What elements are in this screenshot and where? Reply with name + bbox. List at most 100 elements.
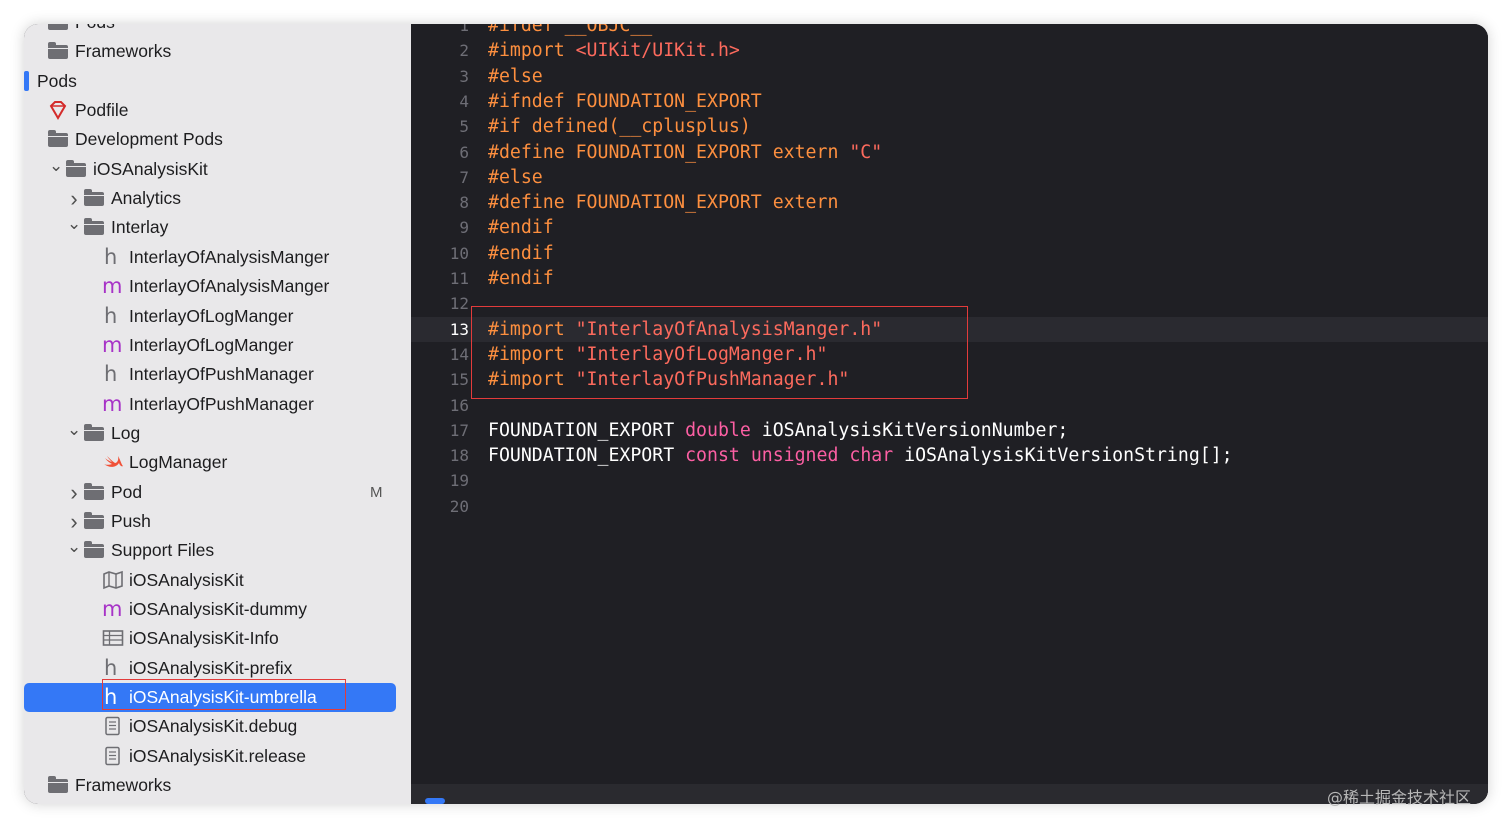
- navigator-item[interactable]: m InterlayOfLogManger: [24, 331, 411, 360]
- objc-file-icon: m: [102, 597, 123, 621]
- navigator-item[interactable]: iOSAnalysisKit.debug: [24, 712, 411, 741]
- line-number: 15: [449, 370, 469, 390]
- code-text: #define FOUNDATION_EXPORT extern: [488, 190, 838, 215]
- code-token: unsigned: [750, 445, 839, 467]
- code-line[interactable]: 10 #endif: [411, 241, 1488, 266]
- line-number: 14: [449, 344, 469, 364]
- code-token: const: [685, 445, 740, 467]
- line-number: 10: [449, 243, 469, 263]
- code-line[interactable]: 4 #ifndef FOUNDATION_EXPORT: [411, 89, 1488, 114]
- navigator-item[interactable]: Pods: [24, 67, 411, 96]
- code-line[interactable]: 8 #define FOUNDATION_EXPORT extern: [411, 190, 1488, 215]
- code-line[interactable]: 19: [411, 468, 1488, 493]
- navigator-item-label: iOSAnalysisKit: [93, 158, 208, 179]
- source-editor[interactable]: 1 #ifdef __OBJC__ 2 #import <UIKit/UIKit.h>…: [411, 24, 1488, 804]
- navigator-item[interactable]: Frameworks: [24, 37, 411, 66]
- line-number: 9: [459, 218, 469, 238]
- navigator-item-label: Interlay: [111, 217, 169, 238]
- navigator-item[interactable]: Podfile: [24, 96, 411, 125]
- chevron-down-icon[interactable]: ⌄: [67, 209, 81, 238]
- navigator-item[interactable]: Development Pods: [24, 125, 411, 154]
- code-text: #ifndef FOUNDATION_EXPORT: [488, 89, 762, 114]
- navigator-item-label: Podfile: [75, 100, 129, 121]
- code-line[interactable]: 20: [411, 494, 1488, 519]
- swift-icon: [102, 448, 124, 477]
- plist-icon: [102, 624, 124, 653]
- navigator-item[interactable]: m iOSAnalysisKit-dummy: [24, 595, 411, 624]
- navigator-item-label: InterlayOfAnalysisManger: [129, 276, 330, 297]
- line-number: 3: [459, 66, 469, 86]
- navigator-item[interactable]: Frameworks: [24, 771, 411, 800]
- navigator-item-label: iOSAnalysisKit.debug: [129, 716, 298, 737]
- code-token: #define FOUNDATION_EXPORT extern: [488, 192, 839, 214]
- code-token: #else: [488, 166, 543, 188]
- code-text: #ifdef __OBJC__: [488, 24, 652, 38]
- header-file-icon: h: [104, 303, 118, 328]
- code-token: iOSAnalysisKitVersionNumber;: [750, 419, 1069, 441]
- navigator-item[interactable]: › Pod M: [24, 478, 411, 507]
- code-line[interactable]: 18 FOUNDATION_EXPORT const unsigned char …: [411, 443, 1488, 468]
- line-number: 8: [459, 193, 469, 213]
- header-file-icon: h: [104, 362, 118, 387]
- line-number: 13: [449, 319, 469, 339]
- navigator-item-label: Push: [111, 510, 151, 531]
- navigator-item[interactable]: m InterlayOfAnalysisManger: [24, 272, 411, 301]
- navigator-item[interactable]: LogManager: [24, 448, 411, 477]
- code-line[interactable]: 7 #else: [411, 165, 1488, 190]
- line-number: 6: [459, 142, 469, 162]
- navigator-item-label: InterlayOfAnalysisManger: [129, 246, 330, 267]
- code-line[interactable]: 11 #endif: [411, 266, 1488, 291]
- header-file-icon: h: [104, 244, 118, 269]
- navigator-item[interactable]: m InterlayOfPushManager: [24, 390, 411, 419]
- code-token: double: [685, 419, 751, 441]
- line-number: 5: [459, 117, 469, 137]
- navigator-item[interactable]: iOSAnalysisKit.release: [24, 742, 411, 771]
- navigator-item[interactable]: ⌄ Support Files: [24, 536, 411, 565]
- navigator-item[interactable]: h InterlayOfPushManager: [24, 360, 411, 389]
- navigator-item[interactable]: h InterlayOfAnalysisManger: [24, 243, 411, 272]
- line-number: 11: [449, 269, 469, 288]
- code-token: <UIKit/UIKit.h>: [575, 40, 740, 62]
- navigator-item[interactable]: h InterlayOfLogManger: [24, 302, 411, 331]
- code-token: #endif: [488, 242, 554, 264]
- code-line[interactable]: 2 #import <UIKit/UIKit.h>: [411, 38, 1488, 63]
- navigator-item[interactable]: › Push: [24, 507, 411, 536]
- code-text: #endif: [488, 241, 554, 266]
- chevron-down-icon[interactable]: ⌄: [49, 151, 63, 180]
- chevron-right-icon[interactable]: ›: [67, 478, 81, 507]
- code-token: "C": [849, 141, 883, 163]
- code-line[interactable]: 3 #else: [411, 64, 1488, 89]
- navigator-item-label: InterlayOfLogManger: [129, 334, 294, 355]
- code-token: #ifndef FOUNDATION_EXPORT: [488, 90, 762, 112]
- navigator-item-label: Development Pods: [75, 129, 223, 150]
- chevron-down-icon[interactable]: ⌄: [67, 415, 81, 444]
- navigator-item-label: Frameworks: [75, 41, 172, 62]
- line-number: 17: [449, 420, 469, 440]
- navigator-item-label: iOSAnalysisKit.release: [129, 745, 307, 766]
- code-text: #define FOUNDATION_EXPORT extern "C": [488, 140, 882, 165]
- navigator-item[interactable]: Pods: [24, 24, 411, 37]
- navigator-item-label: InterlayOfLogManger: [129, 305, 294, 326]
- annotation-box-umbrella: [102, 679, 346, 710]
- code-token: FOUNDATION_EXPORT: [488, 445, 686, 467]
- code-line[interactable]: 17 FOUNDATION_EXPORT double iOSAnalysisKi…: [411, 418, 1488, 443]
- code-text: #else: [488, 165, 543, 190]
- xcode-window: Pods Frameworks Pods Podfile Development Pod…: [24, 24, 1488, 804]
- navigator-item[interactable]: ⌄ Interlay: [24, 213, 411, 242]
- code-line[interactable]: 5 #if defined(__cplusplus): [411, 114, 1488, 139]
- code-line[interactable]: 1 #ifdef __OBJC__: [411, 24, 1488, 38]
- code-line[interactable]: 9 #endif: [411, 215, 1488, 240]
- xcconfig-icon: [102, 712, 122, 741]
- navigator-item[interactable]: iOSAnalysisKit: [24, 566, 411, 595]
- code-line[interactable]: 6 #define FOUNDATION_EXPORT extern "C": [411, 140, 1488, 165]
- modified-badge: M: [370, 483, 383, 501]
- line-number: 19: [449, 471, 469, 491]
- navigator-item[interactable]: › Analytics: [24, 184, 411, 213]
- navigator-item[interactable]: ⌄ Log: [24, 419, 411, 448]
- objc-file-icon: m: [102, 391, 123, 416]
- navigator-item-label: iOSAnalysisKit: [129, 569, 244, 590]
- navigator-item[interactable]: ⌄ iOSAnalysisKit: [24, 155, 411, 184]
- navigator-item[interactable]: iOSAnalysisKit-Info: [24, 624, 411, 653]
- chevron-down-icon[interactable]: ⌄: [67, 532, 81, 561]
